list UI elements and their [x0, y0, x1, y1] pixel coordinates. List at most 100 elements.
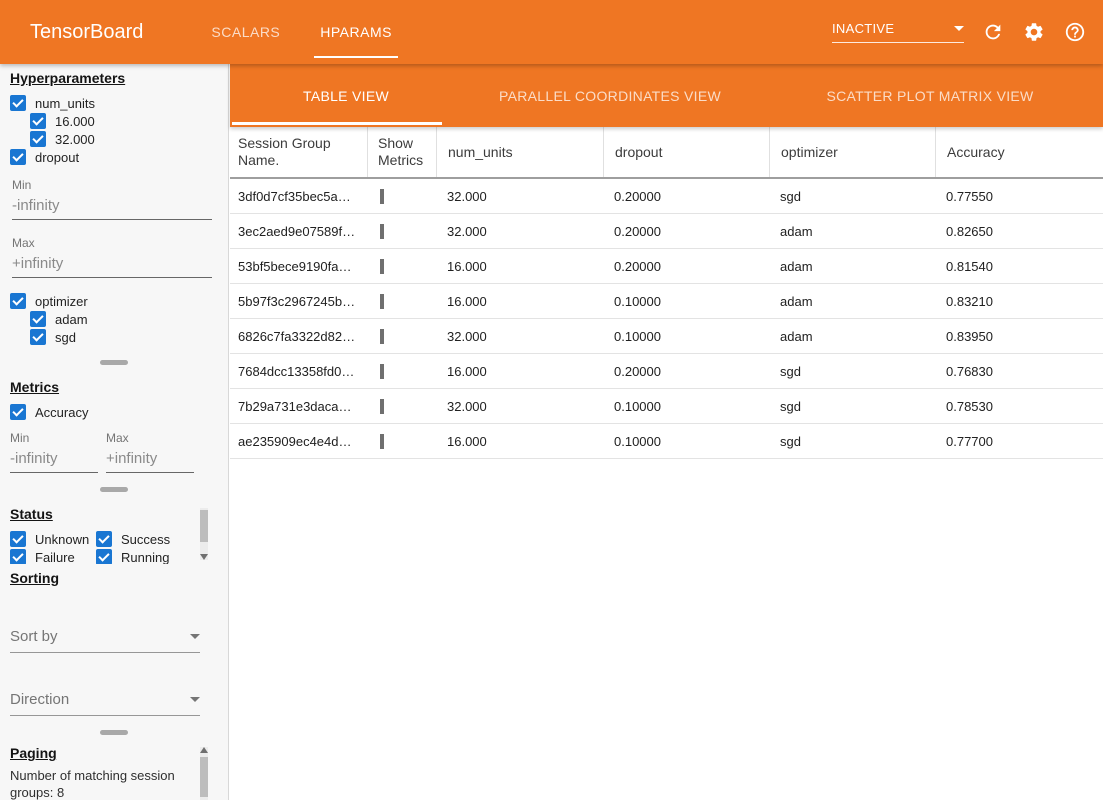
reload-mode-select[interactable]: INACTIVE [832, 21, 964, 43]
checkbox-checked-icon[interactable] [96, 549, 112, 564]
metric-accuracy-row[interactable]: Accuracy [10, 403, 218, 421]
checkbox-checked-icon[interactable] [30, 311, 46, 327]
table-row: ae235909ec4e4d… 16.000 0.10000 sgd 0.777… [230, 424, 1103, 459]
cell-session-group-name: 6826c7fa3322d82… [230, 329, 367, 344]
cell-accuracy: 0.81540 [935, 259, 1103, 274]
paging-scrollbar[interactable] [200, 747, 208, 800]
help-button[interactable] [1063, 20, 1087, 44]
cell-session-group-name: 7b29a731e3daca… [230, 399, 367, 414]
col-session-group-name: Session Group Name. [230, 135, 367, 169]
metric-max-label: Max [106, 431, 194, 445]
show-metrics-checkbox[interactable] [380, 329, 384, 344]
checkbox-checked-icon[interactable] [10, 549, 26, 564]
dropout-min-input[interactable] [12, 194, 212, 220]
cell-show-metrics [367, 364, 436, 379]
cell-accuracy: 0.77700 [935, 434, 1103, 449]
cell-num-units: 16.000 [436, 434, 603, 449]
status-heading: Status [10, 506, 218, 522]
metric-max-input[interactable] [106, 447, 194, 473]
settings-button[interactable] [1022, 20, 1046, 44]
status-unknown-row[interactable]: Unknown [10, 530, 96, 548]
reload-mode-value: INACTIVE [832, 21, 894, 36]
main-content: TABLE VIEW PARALLEL COORDINATES VIEW SCA… [230, 64, 1103, 800]
hparam-dropout-row[interactable]: dropout [10, 148, 218, 166]
tab-scatter-plot-matrix-view[interactable]: SCATTER PLOT MATRIX VIEW [758, 64, 1102, 127]
direction-select[interactable]: Direction [10, 687, 200, 716]
cell-optimizer: adam [769, 259, 935, 274]
cell-num-units: 32.000 [436, 329, 603, 344]
checkbox-checked-icon[interactable] [30, 329, 46, 345]
table-row: 3ec2aed9e07589f… 32.000 0.20000 adam 0.8… [230, 214, 1103, 249]
app-header: TensorBoard SCALARS HPARAMS INACTIVE [0, 0, 1103, 64]
nav-tab-hparams[interactable]: HPARAMS [300, 0, 412, 64]
sidebar: Hyperparameters num_units 16.000 32.000 … [0, 64, 229, 800]
hparam-num-units-row[interactable]: num_units [10, 94, 218, 112]
scrollbar-thumb[interactable] [200, 757, 208, 797]
hparam-num-units-option-16-row[interactable]: 16.000 [30, 112, 218, 130]
metric-min-input[interactable] [10, 447, 98, 473]
cell-optimizer: adam [769, 224, 935, 239]
pane-resize-handle[interactable] [100, 360, 128, 365]
checkbox-checked-icon[interactable] [30, 113, 46, 129]
show-metrics-checkbox[interactable] [380, 189, 384, 204]
checkbox-checked-icon[interactable] [10, 531, 26, 547]
paging-pane: Paging Number of matching session groups… [0, 743, 228, 800]
cell-session-group-name: 53bf5bece9190fa… [230, 259, 367, 274]
status-scrollbar[interactable] [200, 508, 208, 560]
view-tabs: TABLE VIEW PARALLEL COORDINATES VIEW SCA… [230, 64, 1103, 127]
col-dropout: dropout [603, 127, 769, 177]
cell-show-metrics [367, 294, 436, 309]
checkbox-checked-icon[interactable] [10, 404, 26, 420]
metric-accuracy-label: Accuracy [35, 405, 88, 420]
hparam-dropout-label: dropout [35, 150, 79, 165]
session-groups-table: Session Group Name. Show Metrics num_uni… [230, 127, 1103, 459]
refresh-button[interactable] [981, 20, 1005, 44]
show-metrics-checkbox[interactable] [380, 259, 384, 274]
pane-resize-handle[interactable] [100, 487, 128, 492]
dropout-max-input[interactable] [12, 252, 212, 278]
checkbox-checked-icon[interactable] [10, 95, 26, 111]
tab-parallel-coordinates-view[interactable]: PARALLEL COORDINATES VIEW [462, 64, 758, 127]
cell-accuracy: 0.83210 [935, 294, 1103, 309]
scroll-up-icon[interactable] [200, 747, 208, 753]
cell-optimizer: adam [769, 329, 935, 344]
show-metrics-checkbox[interactable] [380, 364, 384, 379]
col-accuracy: Accuracy [935, 127, 1103, 177]
option-label: sgd [55, 330, 76, 345]
sort-by-select[interactable]: Sort by [10, 624, 200, 653]
hparam-optimizer-option-sgd-row[interactable]: sgd [30, 328, 218, 346]
show-metrics-checkbox[interactable] [380, 294, 384, 309]
pane-resize-handle[interactable] [100, 730, 128, 735]
cell-optimizer: sgd [769, 364, 935, 379]
col-show-metrics: Show Metrics [367, 127, 436, 177]
cell-session-group-name: 3ec2aed9e07589f… [230, 224, 367, 239]
show-metrics-checkbox[interactable] [380, 224, 384, 239]
checkbox-checked-icon[interactable] [10, 293, 26, 309]
hparam-optimizer-row[interactable]: optimizer [10, 292, 218, 310]
checkbox-checked-icon[interactable] [10, 149, 26, 165]
cell-num-units: 32.000 [436, 399, 603, 414]
checkbox-checked-icon[interactable] [30, 131, 46, 147]
cell-optimizer: sgd [769, 434, 935, 449]
scrollbar-thumb[interactable] [200, 510, 208, 542]
cell-dropout: 0.10000 [603, 399, 769, 414]
scroll-down-icon[interactable] [200, 554, 208, 560]
status-failure-row[interactable]: Failure [10, 548, 96, 564]
nav-tab-scalars[interactable]: SCALARS [191, 0, 300, 64]
cell-num-units: 16.000 [436, 259, 603, 274]
hparam-optimizer-option-adam-row[interactable]: adam [30, 310, 218, 328]
status-label: Running [121, 550, 169, 565]
option-label: 32.000 [55, 132, 95, 147]
top-nav: SCALARS HPARAMS [191, 0, 412, 64]
cell-session-group-name: 7684dcc13358fd0… [230, 364, 367, 379]
show-metrics-checkbox[interactable] [380, 399, 384, 414]
checkbox-checked-icon[interactable] [96, 531, 112, 547]
show-metrics-checkbox[interactable] [380, 434, 384, 449]
metric-range-fields: Min Max [10, 431, 218, 473]
cell-dropout: 0.20000 [603, 259, 769, 274]
header-actions: INACTIVE [832, 20, 1103, 44]
tab-table-view[interactable]: TABLE VIEW [230, 64, 462, 127]
chevron-down-icon [190, 697, 200, 702]
metrics-heading: Metrics [10, 379, 218, 395]
hparam-num-units-option-32-row[interactable]: 32.000 [30, 130, 218, 148]
